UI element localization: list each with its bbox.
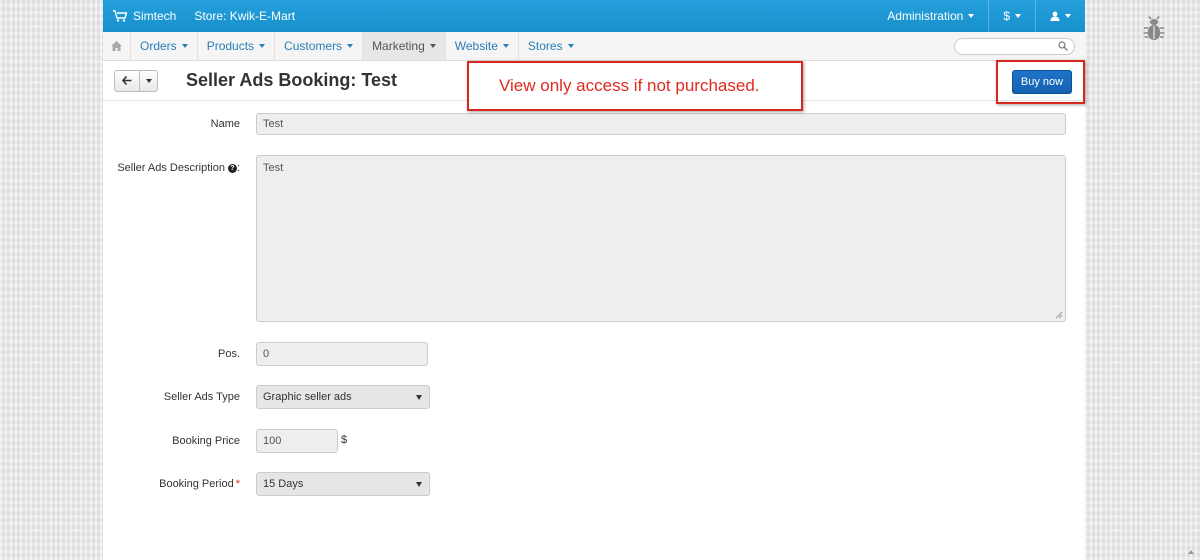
- page-header: Seller Ads Booking: Test View only acces…: [103, 60, 1085, 111]
- period-label-text: Booking Period: [159, 478, 234, 490]
- back-button-group: [114, 69, 158, 92]
- period-value: 15 Days: [263, 478, 304, 490]
- type-label: Seller Ads Type: [163, 391, 240, 403]
- home-link[interactable]: [103, 32, 131, 60]
- pos-field[interactable]: 0: [256, 342, 428, 366]
- brand-link[interactable]: Simtech: [133, 9, 176, 23]
- main-nav: Orders Products Customers Marketing Webs…: [103, 32, 1085, 61]
- nav-customers[interactable]: Customers: [275, 32, 364, 60]
- buy-now-highlight: Buy now: [996, 60, 1085, 104]
- question-icon[interactable]: ?: [227, 163, 237, 173]
- description-label: Seller Ads Description?:: [117, 162, 240, 174]
- nav-website[interactable]: Website: [446, 32, 519, 60]
- description-label-text: Seller Ads Description: [117, 162, 225, 174]
- search-icon: [1058, 40, 1068, 51]
- chevron-down-icon: [416, 395, 422, 400]
- currency-label: $: [1003, 9, 1010, 23]
- back-dropdown-button[interactable]: [140, 71, 157, 91]
- type-select[interactable]: Graphic seller ads: [256, 385, 430, 409]
- nav-marketing[interactable]: Marketing: [363, 32, 446, 60]
- nav-label: Products: [206, 39, 255, 53]
- nav-orders[interactable]: Orders: [131, 32, 198, 60]
- user-menu[interactable]: [1035, 0, 1085, 32]
- back-arrow-icon: [122, 76, 132, 85]
- chevron-down-icon: [502, 44, 509, 48]
- chevron-down-icon: [347, 44, 354, 48]
- cart-icon: [113, 10, 127, 22]
- annotation-callout: View only access if not purchased.: [467, 61, 803, 111]
- description-textarea[interactable]: Test: [256, 155, 1066, 322]
- nav-label: Marketing: [372, 39, 425, 53]
- period-label: Booking Period *: [159, 478, 240, 490]
- pos-label: Pos.: [217, 348, 240, 360]
- name-field[interactable]: Test: [256, 113, 1066, 135]
- nav-label: Website: [454, 39, 498, 53]
- price-field[interactable]: 100: [256, 429, 338, 453]
- scroll-up-arrow-icon[interactable]: [1188, 550, 1194, 554]
- topbar-right: Administration $: [873, 0, 1085, 32]
- period-select[interactable]: 15 Days: [256, 472, 430, 496]
- price-label: Booking Price: [172, 435, 240, 447]
- chevron-down-icon: [416, 482, 422, 487]
- chevron-down-icon: [1015, 14, 1021, 18]
- top-bar: Simtech Store: Kwik-E-Mart Administratio…: [103, 0, 1085, 32]
- price-unit: $: [341, 434, 348, 446]
- chevron-down-icon: [145, 78, 152, 83]
- bug-icon[interactable]: [1143, 16, 1165, 42]
- nav-stores[interactable]: Stores: [519, 32, 583, 60]
- page-title: Seller Ads Booking: Test: [186, 70, 398, 90]
- chevron-down-icon: [259, 44, 266, 48]
- type-value: Graphic seller ads: [263, 391, 352, 403]
- chevron-down-icon: [567, 44, 574, 48]
- search-input[interactable]: [954, 37, 1075, 55]
- description-label-suffix: :: [236, 162, 240, 174]
- user-icon: [1050, 11, 1060, 21]
- store-selector[interactable]: Store: Kwik-E-Mart: [194, 9, 295, 23]
- nav-label: Stores: [527, 39, 563, 53]
- administration-label: Administration: [887, 9, 964, 23]
- required-marker: *: [235, 478, 240, 490]
- nav-label: Customers: [284, 39, 343, 53]
- nav-label: Orders: [140, 39, 177, 53]
- chevron-down-icon: [429, 44, 436, 48]
- chevron-down-icon: [181, 44, 188, 48]
- chevron-down-icon: [1065, 14, 1071, 18]
- back-button[interactable]: [115, 70, 140, 91]
- home-icon: [111, 41, 122, 51]
- buy-now-button[interactable]: Buy now: [1012, 70, 1072, 94]
- chevron-down-icon: [968, 14, 975, 18]
- admin-app: Simtech Store: Kwik-E-Mart Administratio…: [103, 0, 1085, 560]
- name-label: Name: [210, 118, 240, 130]
- nav-products[interactable]: Products: [198, 32, 276, 60]
- currency-menu[interactable]: $: [988, 0, 1035, 32]
- resize-handle-icon[interactable]: [1055, 311, 1063, 319]
- description-value: Test: [263, 162, 284, 174]
- administration-menu[interactable]: Administration: [873, 0, 988, 32]
